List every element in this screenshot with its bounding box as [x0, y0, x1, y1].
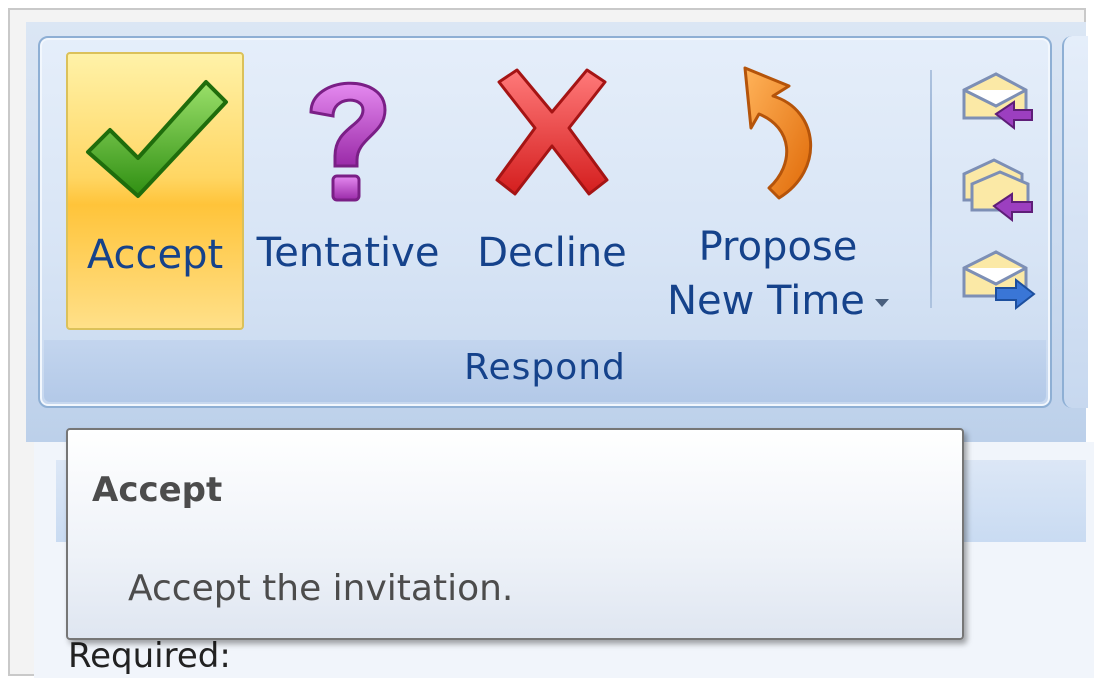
tooltip-title: Accept — [92, 470, 223, 510]
propose-new-time-button[interactable]: Propose New Time — [648, 52, 908, 330]
chevron-down-icon[interactable] — [874, 299, 889, 307]
decline-label: Decline — [477, 230, 627, 276]
question-mark-icon — [309, 81, 387, 202]
group-label-band: Respond — [44, 340, 1046, 402]
reply-all-icon[interactable] — [956, 156, 1036, 222]
propose-label-line2-text: New Time — [667, 278, 865, 324]
group-separator — [930, 70, 932, 308]
undo-arrow-icon — [743, 66, 813, 200]
x-mark-icon — [495, 68, 609, 196]
propose-label-line1: Propose — [698, 224, 858, 270]
accept-button[interactable]: Accept — [66, 52, 244, 330]
tentative-label: Tentative — [256, 230, 440, 276]
required-label: Required: — [68, 636, 231, 676]
tooltip: Accept Accept the invitation. — [66, 428, 964, 640]
forward-icon[interactable] — [956, 246, 1036, 312]
reply-icon[interactable] — [956, 68, 1036, 134]
checkmark-icon — [86, 80, 228, 198]
accept-label: Accept — [86, 232, 224, 278]
tentative-button[interactable]: Tentative — [248, 52, 448, 330]
propose-label-line2: New Time — [667, 274, 889, 328]
propose-label: Propose New Time — [667, 220, 889, 328]
group-label: Respond — [464, 347, 626, 388]
next-group-edge — [1062, 36, 1088, 408]
tooltip-description: Accept the invitation. — [128, 568, 514, 609]
decline-button[interactable]: Decline — [466, 52, 638, 330]
